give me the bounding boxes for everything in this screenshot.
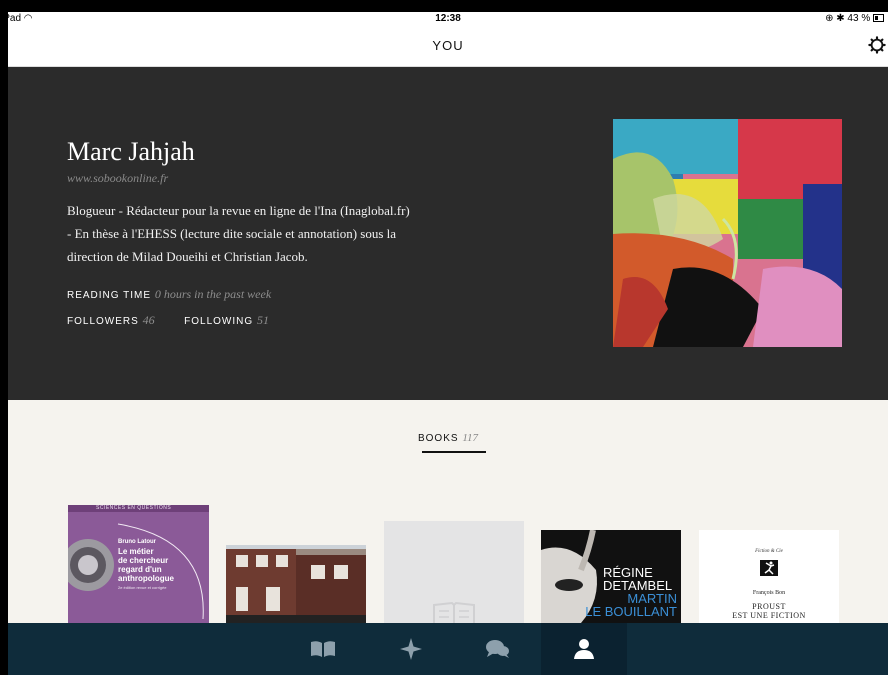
- compass-icon: [400, 638, 422, 660]
- battery-percent: 43 %: [847, 13, 871, 24]
- book-series: SCIENCES EN QUESTIONS: [96, 505, 172, 511]
- book-title-line: anthropologue: [118, 574, 174, 583]
- runner-icon: [764, 561, 775, 575]
- bluetooth-icon: ✱: [836, 13, 845, 24]
- book-cover[interactable]: RÉGINE DETAMBEL MARTIN LE BOUILLANT: [541, 530, 681, 623]
- battery-icon: [873, 14, 884, 23]
- reading-time: READING TIME 0 hours in the past week: [67, 287, 271, 302]
- profile-name: Marc Jahjah: [67, 137, 195, 166]
- book-title: MARTIN LE BOUILLANT: [583, 592, 677, 618]
- tab-library[interactable]: [280, 623, 366, 675]
- followers-count: 46: [142, 313, 155, 327]
- book-edition: 2e édition revue et corrigée: [118, 585, 167, 590]
- followers-label: FOLLOWERS: [67, 316, 139, 327]
- followers-link[interactable]: FOLLOWERS 46: [67, 313, 158, 327]
- title-bar: YOU: [8, 26, 888, 67]
- publisher-logo: [760, 560, 778, 576]
- following-count: 51: [256, 313, 269, 327]
- clock: 12:38: [435, 13, 461, 24]
- books-tab-label: BOOKS: [417, 433, 459, 444]
- cover-photo: [226, 545, 366, 623]
- app-screen: iPad ◠ 12:38 ⊕ ✱ 43 % YOU Marc: [8, 12, 888, 675]
- book-author: François Bon: [752, 590, 786, 596]
- book-title: Le métier de chercheur regard d'un anthr…: [118, 547, 174, 583]
- book-title-line: de chercheur: [118, 556, 169, 565]
- book-cover[interactable]: SCIENCES EN QUESTIONS Bruno Latour Le mé…: [68, 505, 209, 623]
- avatar: [613, 119, 842, 347]
- book-title-line: Le métier: [118, 547, 154, 556]
- book-title: PROUST EST UNE FICTION: [699, 602, 839, 620]
- book-cover-placeholder[interactable]: [384, 521, 524, 623]
- settings-gear-icon[interactable]: [868, 36, 886, 54]
- reading-time-label: READING TIME: [67, 290, 152, 301]
- tab-discover[interactable]: [368, 623, 454, 675]
- following-label: FOLLOWING: [184, 316, 254, 327]
- profile-bio: Blogueur - Rédacteur pour la revue en li…: [67, 199, 487, 268]
- book-author: RÉGINE DETAMBEL: [603, 566, 672, 592]
- page-title: YOU: [432, 38, 464, 53]
- person-icon: [574, 639, 594, 659]
- book-cover[interactable]: [226, 545, 366, 623]
- book-cover[interactable]: Fiction & Cie François Bon PROUST EST UN…: [699, 530, 839, 623]
- book-title-line: EST UNE FICTION: [732, 611, 806, 620]
- books-tab-indicator: [422, 451, 486, 453]
- book-title-line: PROUST: [752, 602, 786, 611]
- device-frame: iPad ◠ 12:38 ⊕ ✱ 43 % YOU Marc: [0, 0, 888, 675]
- book-author: Bruno Latour: [118, 539, 156, 545]
- book-icon: [311, 641, 335, 657]
- orientation-lock-icon: ⊕: [825, 13, 834, 24]
- bio-line: - En thèse à l'EHESS (lecture dite socia…: [67, 226, 397, 241]
- profile-header: Marc Jahjah www.sobookonline.fr Blogueur…: [8, 67, 888, 400]
- book-placeholder-icon: [433, 601, 475, 623]
- bottom-tab-bar: [8, 623, 888, 675]
- avatar-painting: [613, 119, 842, 347]
- book-title-line: regard d'un: [118, 565, 162, 574]
- follow-stats: FOLLOWERS 46 FOLLOWING 51: [67, 313, 269, 328]
- tab-books[interactable]: BOOKS 117: [8, 432, 888, 444]
- book-title-line: LE BOUILLANT: [585, 604, 677, 619]
- reading-time-value: 0 hours in the past week: [154, 287, 272, 301]
- status-bar: iPad ◠ 12:38 ⊕ ✱ 43 %: [8, 12, 888, 26]
- book-publisher: Fiction & Cie: [755, 549, 783, 554]
- profile-website-link[interactable]: www.sobookonline.fr: [67, 171, 168, 186]
- following-link[interactable]: FOLLOWING 51: [184, 313, 269, 327]
- tab-you[interactable]: [541, 623, 627, 675]
- tab-conversations[interactable]: [454, 623, 540, 675]
- chat-bubbles-icon: [486, 640, 509, 658]
- bio-line: direction de Milad Doueihi et Christian …: [67, 249, 308, 264]
- bio-line: Blogueur - Rédacteur pour la revue en li…: [67, 203, 410, 218]
- status-right: ⊕ ✱ 43 %: [825, 13, 884, 24]
- books-count: 117: [462, 432, 479, 444]
